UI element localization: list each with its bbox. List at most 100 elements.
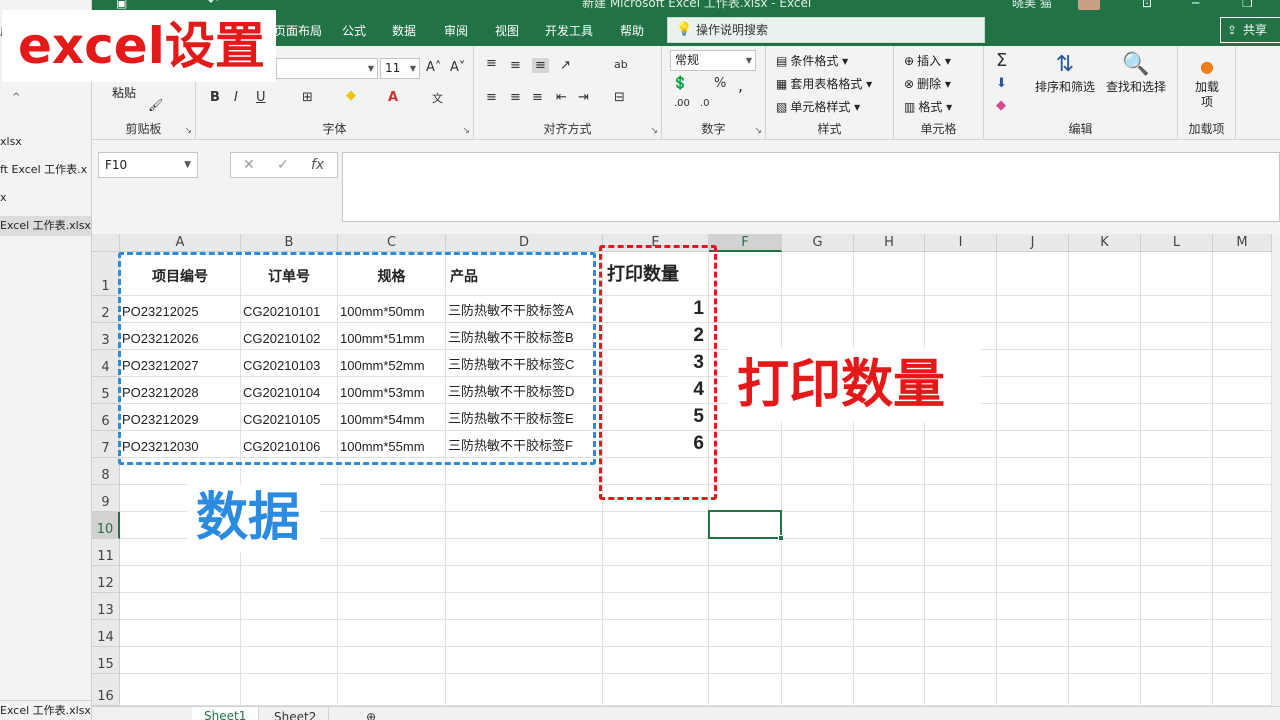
- decrease-indent-icon[interactable]: ⇤: [556, 90, 567, 105]
- cell-g10[interactable]: [782, 512, 854, 539]
- tab-help[interactable]: 帮助: [620, 22, 644, 39]
- cell-j9[interactable]: [997, 485, 1069, 512]
- file-item[interactable]: Excel 工作表.xlsx: [0, 700, 91, 720]
- font-color-icon[interactable]: A: [388, 90, 398, 105]
- active-cell[interactable]: [708, 510, 784, 541]
- cell-g2[interactable]: [782, 296, 854, 323]
- cell-e11[interactable]: [603, 539, 709, 566]
- phonetic-icon[interactable]: 文: [432, 90, 443, 106]
- row-header-11[interactable]: 11: [92, 539, 120, 566]
- column-header-j[interactable]: J: [997, 234, 1069, 252]
- tell-me-search[interactable]: 💡 操作说明搜索: [667, 17, 985, 43]
- cell-h3[interactable]: [854, 323, 925, 350]
- row-header-7[interactable]: 7: [92, 431, 120, 458]
- cell-f1[interactable]: [709, 252, 782, 296]
- cell-g3[interactable]: [782, 323, 854, 350]
- tab-view[interactable]: 视图: [495, 22, 519, 39]
- cell-k14[interactable]: [1069, 620, 1141, 647]
- align-top-icon[interactable]: ≡: [486, 56, 497, 71]
- column-header-h[interactable]: H: [854, 234, 925, 252]
- insert-button[interactable]: ⊕ 插入 ▾: [904, 52, 951, 69]
- align-center-icon[interactable]: ≡: [510, 90, 521, 105]
- file-item-selected[interactable]: Excel 工作表.xlsx: [0, 216, 91, 236]
- cell-k2[interactable]: [1069, 296, 1141, 323]
- cell-h2[interactable]: [854, 296, 925, 323]
- cell-m14[interactable]: [1213, 620, 1272, 647]
- column-header-k[interactable]: K: [1069, 234, 1141, 252]
- cell-b16[interactable]: [241, 674, 338, 706]
- number-format-select[interactable]: 常规 ▼: [670, 50, 756, 71]
- cell-e16[interactable]: [603, 674, 709, 706]
- share-button[interactable]: ⇪ 共享: [1220, 17, 1280, 43]
- cell-f3[interactable]: [709, 323, 782, 350]
- cell-l3[interactable]: [1141, 323, 1213, 350]
- conditional-format-button[interactable]: ▤ 条件格式 ▾: [776, 52, 848, 69]
- cell-c10[interactable]: [338, 512, 446, 539]
- row-header-2[interactable]: 2: [92, 296, 120, 323]
- cell-l13[interactable]: [1141, 593, 1213, 620]
- cell-i15[interactable]: [925, 647, 997, 674]
- cell-styles-button[interactable]: ▧ 单元格样式 ▾: [776, 98, 860, 115]
- cell-i14[interactable]: [925, 620, 997, 647]
- column-header-m[interactable]: M: [1213, 234, 1272, 252]
- wrap-text-icon[interactable]: ab: [614, 58, 628, 71]
- cell-i7[interactable]: [925, 431, 997, 458]
- name-box[interactable]: F10 ▼: [98, 152, 198, 178]
- cell-k1[interactable]: [1069, 252, 1141, 296]
- cell-l8[interactable]: [1141, 458, 1213, 485]
- dialog-launcher-icon[interactable]: ↘: [462, 126, 470, 136]
- cell-f13[interactable]: [709, 593, 782, 620]
- cell-i2[interactable]: [925, 296, 997, 323]
- column-header-g[interactable]: G: [782, 234, 854, 252]
- cell-h8[interactable]: [854, 458, 925, 485]
- cell-e15[interactable]: [603, 647, 709, 674]
- minimize-icon[interactable]: ─: [1192, 0, 1199, 10]
- file-item[interactable]: xlsx: [0, 132, 91, 152]
- cell-j1[interactable]: [997, 252, 1069, 296]
- cell-g14[interactable]: [782, 620, 854, 647]
- cell-g7[interactable]: [782, 431, 854, 458]
- cell-m8[interactable]: [1213, 458, 1272, 485]
- cell-a15[interactable]: [120, 647, 241, 674]
- delete-button[interactable]: ⊗ 删除 ▾: [904, 75, 951, 92]
- cell-f12[interactable]: [709, 566, 782, 593]
- row-header-16[interactable]: 16: [92, 674, 120, 706]
- cell-j7[interactable]: [997, 431, 1069, 458]
- increase-font-icon[interactable]: A˄: [426, 60, 441, 75]
- cell-d10[interactable]: [446, 512, 603, 539]
- cell-k13[interactable]: [1069, 593, 1141, 620]
- tab-review[interactable]: 审阅: [444, 22, 468, 39]
- font-name-select[interactable]: ▼: [276, 58, 378, 79]
- chevron-up-icon[interactable]: ^: [12, 92, 20, 103]
- cell-a14[interactable]: [120, 620, 241, 647]
- cell-f16[interactable]: [709, 674, 782, 706]
- find-select-button[interactable]: 🔍 查找和选择: [1098, 52, 1174, 95]
- add-sheet-icon[interactable]: ⊕: [354, 707, 388, 720]
- cell-h16[interactable]: [854, 674, 925, 706]
- clear-icon[interactable]: ◆: [996, 98, 1006, 113]
- cell-f7[interactable]: [709, 431, 782, 458]
- sheet-tab-sheet2[interactable]: Sheet2: [262, 707, 330, 720]
- comma-icon[interactable]: ,: [738, 76, 743, 95]
- cell-h7[interactable]: [854, 431, 925, 458]
- orientation-icon[interactable]: ↗: [560, 58, 571, 73]
- cell-l6[interactable]: [1141, 404, 1213, 431]
- save-icon[interactable]: ▣: [116, 0, 127, 10]
- cell-k10[interactable]: [1069, 512, 1141, 539]
- cell-l16[interactable]: [1141, 674, 1213, 706]
- cell-j5[interactable]: [997, 377, 1069, 404]
- cell-f14[interactable]: [709, 620, 782, 647]
- italic-button[interactable]: I: [234, 90, 238, 105]
- row-header-4[interactable]: 4: [92, 350, 120, 377]
- sort-filter-button[interactable]: ⇅ 排序和筛选: [1030, 52, 1100, 95]
- cell-g12[interactable]: [782, 566, 854, 593]
- row-header-10[interactable]: 10: [92, 512, 120, 539]
- addins-button[interactable]: ● 加载项: [1186, 54, 1228, 110]
- row-header-1[interactable]: 1: [92, 252, 120, 296]
- decrease-font-icon[interactable]: A˅: [450, 60, 465, 75]
- user-name[interactable]: 晓美 猫: [1012, 0, 1052, 11]
- cell-i16[interactable]: [925, 674, 997, 706]
- cell-m9[interactable]: [1213, 485, 1272, 512]
- column-header-b[interactable]: B: [241, 234, 338, 252]
- cell-k7[interactable]: [1069, 431, 1141, 458]
